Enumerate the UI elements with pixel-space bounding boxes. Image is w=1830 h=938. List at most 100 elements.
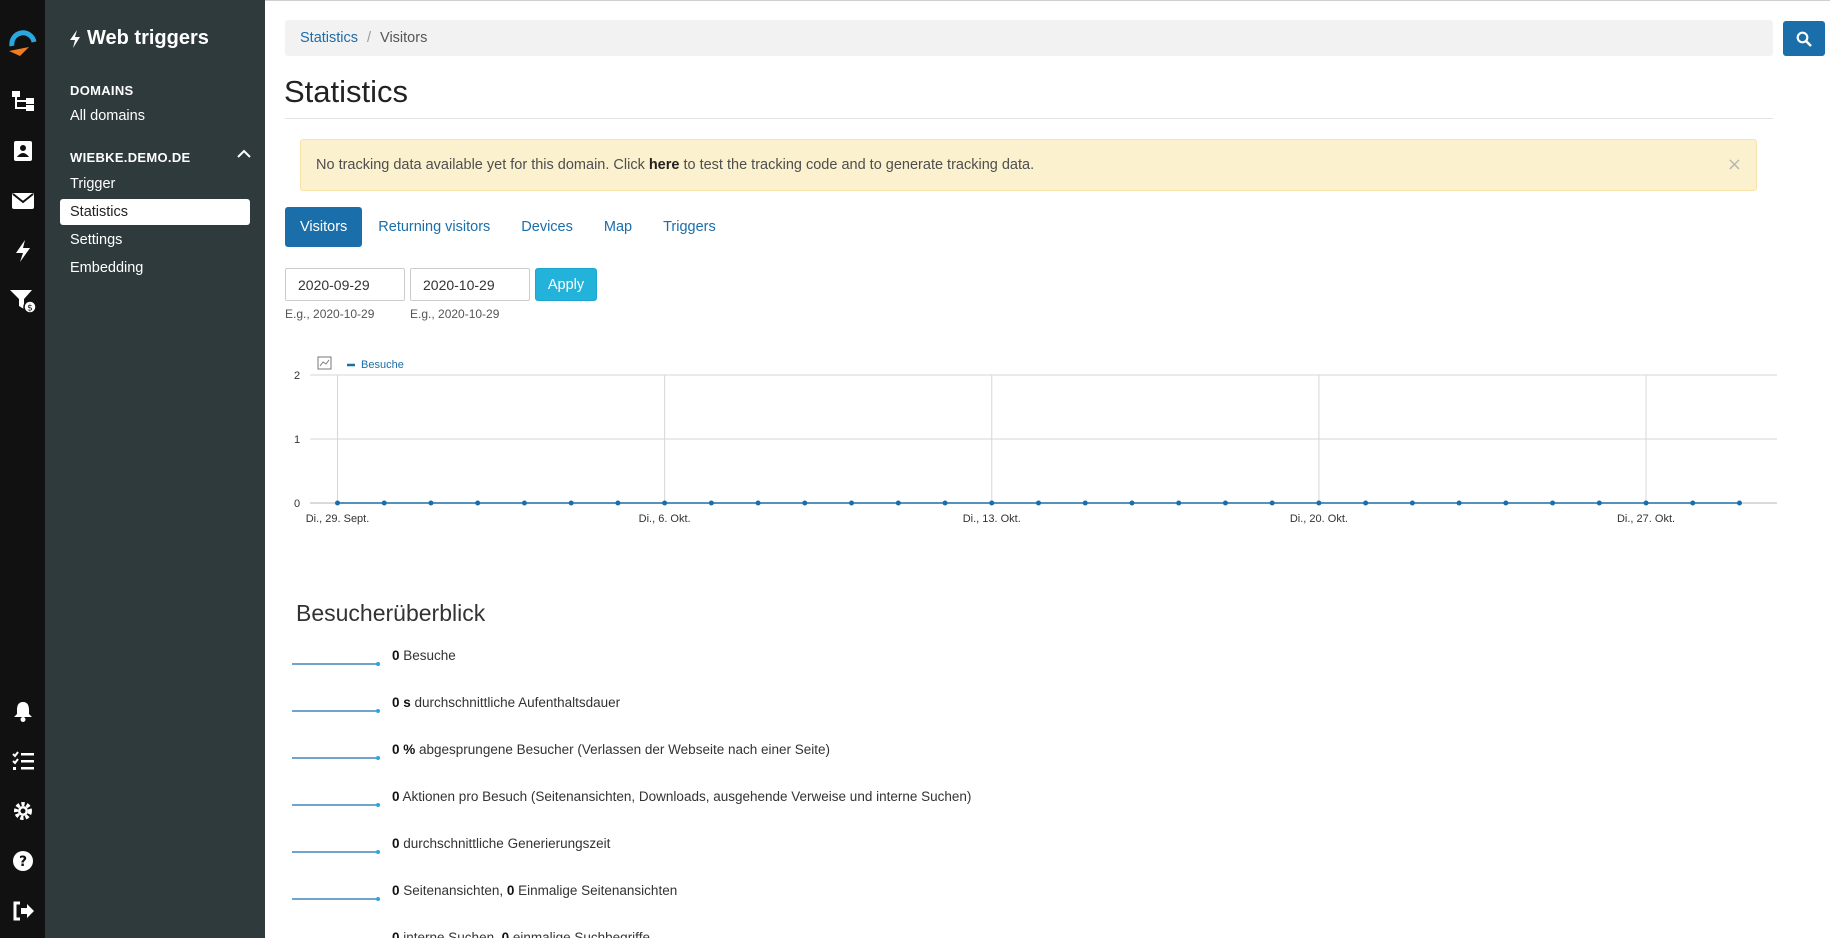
overview-row-text: 0 % abgesprungene Besucher (Verlassen de… bbox=[392, 742, 830, 757]
data-point bbox=[849, 500, 855, 506]
date-from-hint: E.g., 2020-10-29 bbox=[285, 307, 375, 321]
date-to-hint: E.g., 2020-10-29 bbox=[410, 307, 500, 321]
gear-icon[interactable] bbox=[0, 793, 45, 829]
task-list-icon[interactable] bbox=[0, 743, 45, 779]
alert-here-link[interactable]: here bbox=[649, 157, 680, 173]
overview-row-text: 0 Besuche bbox=[392, 648, 456, 663]
overview-value: 0 bbox=[392, 648, 400, 663]
bolt-icon[interactable] bbox=[0, 233, 45, 269]
envelope-icon[interactable] bbox=[0, 183, 45, 219]
logo-icon[interactable] bbox=[0, 22, 45, 62]
tab-devices[interactable]: Devices bbox=[506, 207, 588, 247]
data-point bbox=[1737, 500, 1742, 506]
svg-text:$: $ bbox=[27, 304, 33, 314]
legend-label-besuche: Besuche bbox=[361, 359, 404, 371]
sidebar: Web triggers DOMAINS All domains WIEBKE.… bbox=[45, 0, 265, 938]
data-point bbox=[662, 500, 668, 506]
data-point bbox=[381, 500, 387, 506]
tab-visitors[interactable]: Visitors bbox=[285, 207, 363, 247]
sidebar-item-all-domains[interactable]: All domains bbox=[60, 103, 250, 129]
overview-row-text: 0 Seitenansichten, 0 Einmalige Seitenans… bbox=[392, 883, 677, 898]
data-point bbox=[1316, 500, 1322, 506]
chevron-up-icon[interactable] bbox=[237, 148, 251, 163]
date-from-input[interactable] bbox=[285, 268, 405, 301]
data-point bbox=[1222, 500, 1228, 506]
funnel-icon[interactable]: $ bbox=[0, 283, 45, 319]
overview-label: durchschnittliche Generierungszeit bbox=[399, 836, 611, 851]
sparkline bbox=[290, 930, 380, 938]
data-point bbox=[475, 500, 481, 506]
x-tick-label: Di., 20. Okt. bbox=[1290, 513, 1348, 525]
overview-label: interne Suchen, bbox=[399, 930, 502, 938]
data-point bbox=[1596, 500, 1602, 506]
tab-map[interactable]: Map bbox=[589, 207, 647, 247]
apply-button[interactable]: Apply bbox=[535, 268, 597, 301]
alert-close-icon[interactable]: × bbox=[1727, 154, 1742, 175]
overview-value: 0 bbox=[392, 930, 400, 938]
overview-row: 0 durchschnittliche Generierungszeit bbox=[290, 836, 1190, 866]
overview-row: 0 Aktionen pro Besuch (Seitenansichten, … bbox=[290, 789, 1190, 819]
app-title: Web triggers bbox=[69, 27, 209, 50]
sidebar-item-statistics[interactable]: Statistics bbox=[60, 199, 250, 225]
sparkline bbox=[292, 662, 380, 666]
stats-tabs: Visitors Returning visitors Devices Map … bbox=[285, 207, 732, 247]
x-tick-label: Di., 6. Okt. bbox=[639, 513, 691, 525]
visits-chart: 0 1 2 Di., 29. Sept. Di., 6. Okt. Di., 13. O… bbox=[294, 356, 1777, 525]
overview-label: Aktionen pro Besuch (Seitenansichten, Do… bbox=[399, 789, 972, 804]
data-point bbox=[1643, 500, 1649, 506]
search-button[interactable] bbox=[1783, 21, 1825, 56]
chart-x-ticks: Di., 29. Sept. Di., 6. Okt. Di., 13. Okt. D… bbox=[306, 513, 1675, 525]
page-title: Statistics bbox=[284, 74, 409, 109]
help-icon[interactable]: ? bbox=[0, 843, 45, 879]
chart-y-ticks: 0 1 2 bbox=[294, 370, 300, 510]
date-to-input[interactable] bbox=[410, 268, 530, 301]
domain-heading: WIEBKE.DEMO.DE bbox=[70, 150, 191, 165]
sparkline bbox=[292, 709, 380, 713]
svg-text:?: ? bbox=[18, 854, 26, 870]
sparkline bbox=[292, 897, 380, 901]
sidebar-item-settings[interactable]: Settings bbox=[60, 227, 250, 253]
data-point bbox=[1409, 500, 1415, 506]
sidebar-item-trigger[interactable]: Trigger bbox=[60, 171, 250, 197]
data-point bbox=[1503, 500, 1509, 506]
data-point bbox=[989, 500, 995, 506]
data-point bbox=[1269, 500, 1275, 506]
chart-grid bbox=[310, 374, 1777, 504]
data-point bbox=[802, 500, 808, 506]
data-point bbox=[1176, 500, 1182, 506]
data-point bbox=[1690, 500, 1696, 506]
overview-label: Seitenansichten, bbox=[399, 883, 507, 898]
data-point bbox=[521, 500, 527, 506]
overview-title: Besucherüberblick bbox=[296, 600, 486, 626]
data-point bbox=[1456, 500, 1462, 506]
bolt-icon bbox=[70, 29, 80, 48]
sidebar-item-embedding[interactable]: Embedding bbox=[60, 255, 250, 281]
chart-legend[interactable]: Besuche bbox=[317, 356, 404, 371]
data-point bbox=[708, 500, 714, 506]
y-tick-label: 1 bbox=[294, 434, 300, 446]
breadcrumb-current: Visitors bbox=[380, 30, 428, 46]
data-point bbox=[1363, 500, 1369, 506]
logout-icon[interactable] bbox=[0, 893, 45, 929]
breadcrumb-statistics-link[interactable]: Statistics bbox=[300, 30, 358, 46]
sitemap-icon[interactable] bbox=[0, 83, 45, 119]
bell-icon[interactable] bbox=[0, 693, 45, 729]
icon-rail: $ ? bbox=[0, 0, 45, 938]
overview-value: 0 bbox=[392, 789, 400, 804]
y-tick-label: 0 bbox=[294, 498, 300, 510]
overview-row: 0 Besuche bbox=[290, 648, 1190, 678]
contact-book-icon[interactable] bbox=[0, 133, 45, 169]
data-point bbox=[615, 500, 621, 506]
overview-row-text: 0 durchschnittliche Generierungszeit bbox=[392, 836, 610, 851]
data-point bbox=[1082, 500, 1088, 506]
tab-returning-visitors[interactable]: Returning visitors bbox=[363, 207, 505, 247]
app-title-text: Web triggers bbox=[87, 27, 209, 49]
overview-row: 0 s durchschnittliche Aufenthaltsdauer bbox=[290, 695, 1190, 725]
data-point bbox=[942, 500, 948, 506]
data-point bbox=[755, 500, 761, 506]
x-tick-label: Di., 13. Okt. bbox=[963, 513, 1021, 525]
domains-heading: DOMAINS bbox=[70, 83, 134, 98]
tab-triggers[interactable]: Triggers bbox=[648, 207, 731, 247]
no-data-alert: No tracking data available yet for this … bbox=[300, 139, 1757, 191]
overview-label: durchschnittliche Aufenthaltsdauer bbox=[410, 695, 621, 710]
